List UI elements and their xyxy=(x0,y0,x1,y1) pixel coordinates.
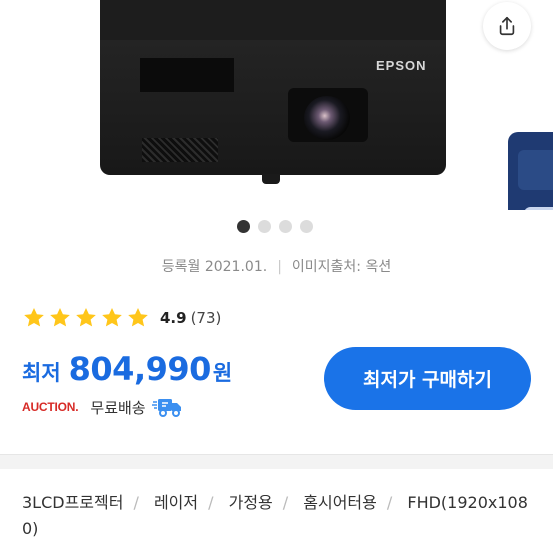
rating-score: 4.9 xyxy=(160,309,187,327)
meta-divider: | xyxy=(277,259,282,275)
gallery-pagination[interactable] xyxy=(237,220,313,233)
delivery-truck-icon xyxy=(151,399,181,417)
projector-lens xyxy=(304,96,350,140)
review-count[interactable]: (73) xyxy=(191,309,222,327)
product-tags: 3LCD프로젝터 / 레이저 / 가정용 / 홈시어터용 / FHD(1920x1080… xyxy=(22,493,528,538)
projector-front-panel xyxy=(140,58,234,92)
shipping-label: 무료배송 xyxy=(90,398,146,417)
share-button[interactable] xyxy=(483,2,531,50)
pagination-dot-3[interactable] xyxy=(279,220,292,233)
buy-lowest-price-button[interactable]: 최저가 구매하기 xyxy=(324,347,531,410)
projector-image-top xyxy=(100,0,446,45)
star-icon xyxy=(128,308,148,327)
seller-info[interactable]: AUCTION. 무료배송 xyxy=(22,396,184,418)
lowest-price: 최저 804,990 원 xyxy=(22,350,232,388)
star-icon xyxy=(24,308,44,327)
image-source: 이미지출처: 옥션 xyxy=(291,259,392,275)
pagination-dot-1[interactable] xyxy=(237,220,250,233)
projector-brand-logo: EPSON xyxy=(376,58,427,73)
price-value: 804,990 xyxy=(68,350,212,388)
pagination-dot-4[interactable] xyxy=(300,220,313,233)
seller-logo: AUCTION. xyxy=(22,400,79,414)
pagination-dot-2[interactable] xyxy=(258,220,271,233)
registered-date: 등록월 2021.01. xyxy=(161,259,268,275)
product-image-gallery[interactable]: EPSON xyxy=(0,0,553,210)
next-image-preview-detail xyxy=(518,150,553,190)
next-image-preview-pill xyxy=(524,207,553,210)
projector-vent-grille xyxy=(142,138,218,162)
tag-item[interactable]: 가정용 xyxy=(229,493,273,512)
section-divider xyxy=(0,454,553,469)
price-label: 최저 xyxy=(22,361,61,385)
tag-item[interactable]: 홈시어터용 xyxy=(303,493,377,512)
share-icon xyxy=(499,16,515,36)
rating-summary[interactable]: 4.9 (73) xyxy=(22,306,221,330)
tag-item[interactable]: 레이저 xyxy=(154,493,198,512)
product-meta: 등록월 2021.01. | 이미지출처: 옥션 xyxy=(0,256,553,276)
star-icon xyxy=(50,308,70,327)
tag-item[interactable]: 3LCD프로젝터 xyxy=(22,493,123,512)
projector-foot xyxy=(262,174,280,184)
star-icon xyxy=(102,308,122,327)
price-unit: 원 xyxy=(212,361,233,385)
star-icon xyxy=(76,308,96,327)
